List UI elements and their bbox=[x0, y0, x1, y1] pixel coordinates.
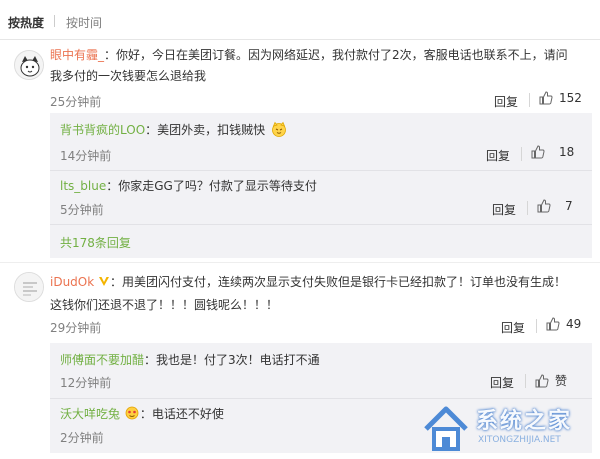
reply-text: ：我也是！付了3次！电话打不通 bbox=[144, 353, 320, 367]
reply-time: 14分钟前 bbox=[60, 149, 112, 163]
like-button[interactable]: 赞 bbox=[535, 372, 567, 389]
thumbs-up-icon bbox=[546, 317, 560, 331]
reply-line: 背书背疯的LOO：美团外卖，扣钱贼快 bbox=[60, 121, 287, 139]
site-watermark: 系统之家 XITONGZHIJIA.NET bbox=[416, 395, 596, 457]
cat-emoji-icon bbox=[272, 121, 286, 137]
thumbs-up-icon bbox=[535, 373, 549, 387]
comment-text: ：你好，今日在美团订餐。因为网络延迟，我付款付了2次，客服电话也联系不上，请问 bbox=[104, 48, 568, 62]
reply-button[interactable]: 回复 bbox=[501, 319, 525, 336]
comment-time: 25分钟前 bbox=[50, 95, 102, 109]
reply-text: ：你家走GG了吗？付款了显示等待支付 bbox=[106, 179, 317, 193]
reply-time: 12分钟前 bbox=[60, 376, 112, 390]
watermark-text: 系统之家 bbox=[476, 409, 573, 434]
reply-username[interactable]: 背书背疯的LOO bbox=[60, 123, 145, 137]
avatar[interactable] bbox=[14, 272, 44, 302]
default-avatar-icon bbox=[15, 273, 43, 301]
comment-divider bbox=[0, 262, 600, 263]
action-divider bbox=[525, 374, 526, 388]
comment-line: 眼中有霾_：你好，今日在美团订餐。因为网络延迟，我付款付了2次，客服电话也联系不… bbox=[50, 46, 568, 64]
cat-avatar-icon bbox=[15, 51, 43, 79]
reply-time: 2分钟前 bbox=[60, 431, 104, 445]
watermark-url: XITONGZHIJIA.NET bbox=[478, 435, 561, 445]
more-replies-link[interactable]: 共178条回复 bbox=[60, 234, 131, 251]
like-button[interactable]: 152 bbox=[539, 91, 582, 105]
like-count: 7 bbox=[565, 199, 573, 213]
comment-username[interactable]: iDudOk bbox=[50, 275, 94, 289]
reply-list: 背书背疯的LOO：美团外卖，扣钱贼快 14分钟前 回复 18 lts_blue：… bbox=[50, 113, 592, 258]
reply-button[interactable]: 回复 bbox=[490, 374, 514, 391]
like-button[interactable]: 18 bbox=[531, 145, 574, 159]
reply-button[interactable]: 回复 bbox=[492, 201, 516, 218]
like-button[interactable]: 49 bbox=[546, 317, 581, 331]
reply-text: ：美团外卖，扣钱贼快 bbox=[145, 123, 266, 137]
avatar[interactable] bbox=[14, 50, 44, 80]
thumbs-up-icon bbox=[539, 91, 553, 105]
action-divider bbox=[529, 93, 530, 107]
comment-username[interactable]: 眼中有霾_ bbox=[50, 48, 104, 62]
comment-text: ：用美团闪付支付，连续两次显示支付失败但是银行卡已经扣款了！订单也没有生成！ bbox=[110, 275, 567, 289]
action-divider bbox=[536, 319, 537, 333]
comment-time: 29分钟前 bbox=[50, 321, 102, 335]
comment-line: iDudOk ：用美团闪付支付，连续两次显示支付失败但是银行卡已经扣款了！订单也… bbox=[50, 273, 566, 291]
verified-badge-icon bbox=[99, 277, 110, 286]
sort-bar: 按热度 按时间 bbox=[0, 0, 600, 40]
reply-text: ：电话还不好使 bbox=[139, 407, 224, 421]
reply-line: 师傅面不要加醋：我也是！付了3次！电话打不通 bbox=[60, 351, 320, 369]
emoji-icon bbox=[125, 406, 139, 420]
like-count: 49 bbox=[566, 317, 582, 331]
sort-by-time-tab[interactable]: 按时间 bbox=[66, 14, 102, 31]
reply-username[interactable]: 沃大咩吃兔 bbox=[60, 407, 120, 421]
reply-line: 沃大咩吃兔 ：电话还不好使 bbox=[60, 405, 224, 423]
action-divider bbox=[527, 201, 528, 215]
like-count: 18 bbox=[559, 145, 575, 159]
reply-line: lts_blue：你家走GG了吗？付款了显示等待支付 bbox=[60, 177, 317, 195]
reply-button[interactable]: 回复 bbox=[486, 147, 510, 164]
reply-button[interactable]: 回复 bbox=[494, 93, 518, 110]
like-button[interactable]: 7 bbox=[537, 199, 573, 213]
reply-divider bbox=[50, 170, 592, 171]
comment-text-continued: 这钱你们还退不退了！！！圆钱呢么！！！ bbox=[50, 298, 279, 312]
reply-divider bbox=[50, 224, 592, 225]
reply-username[interactable]: lts_blue bbox=[60, 179, 106, 193]
reply-username[interactable]: 师傅面不要加醋 bbox=[60, 353, 144, 367]
thumbs-up-icon bbox=[531, 145, 545, 159]
comment-text-continued: 我多付的一次钱要怎么退给我 bbox=[50, 69, 207, 83]
thumbs-up-icon bbox=[537, 199, 551, 213]
reply-time: 5分钟前 bbox=[60, 203, 104, 217]
sort-divider bbox=[54, 15, 55, 27]
like-count: 赞 bbox=[555, 374, 568, 388]
action-divider bbox=[521, 147, 522, 161]
like-count: 152 bbox=[559, 91, 582, 105]
sort-by-hot-tab[interactable]: 按热度 bbox=[8, 14, 44, 31]
house-logo-icon bbox=[424, 406, 468, 451]
